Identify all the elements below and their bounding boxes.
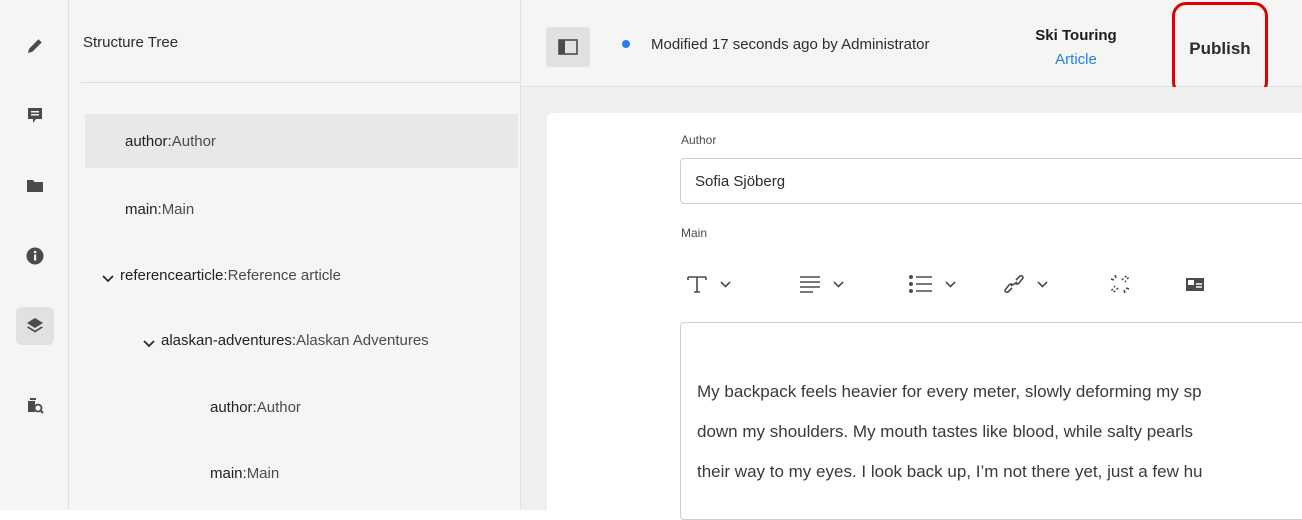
properties-button[interactable] xyxy=(16,237,54,275)
side-panel-icon xyxy=(558,39,578,55)
author-field[interactable]: Sofia Sjöberg xyxy=(680,158,1302,204)
tree-item-referencearticle[interactable]: referencearticle: Reference article xyxy=(85,248,518,302)
toggle-side-panel-button[interactable] xyxy=(546,27,590,67)
insert-asset-button[interactable] xyxy=(1185,268,1205,300)
rich-text-toolbar xyxy=(686,268,1302,300)
references-button[interactable] xyxy=(16,387,54,425)
chevron-down-icon xyxy=(1037,275,1048,293)
search-assets-icon xyxy=(28,398,44,414)
tree-item-key: main xyxy=(125,200,158,218)
annotations-button[interactable] xyxy=(16,97,54,135)
tree-item-value: Author xyxy=(256,398,301,416)
list-button[interactable] xyxy=(909,268,956,300)
tree-item-key: author xyxy=(125,132,168,150)
folder-icon xyxy=(27,180,43,192)
editor-text-line: My backpack feels heavier for every mete… xyxy=(697,382,1202,401)
tree-item-key: alaskan-adventures xyxy=(161,331,292,349)
comment-icon xyxy=(28,108,42,123)
tree-item-value: Author xyxy=(171,132,216,150)
chevron-down-icon xyxy=(945,275,956,293)
panel-title: Structure Tree xyxy=(83,34,179,51)
assets-button[interactable] xyxy=(16,167,54,205)
structure-tree-button[interactable] xyxy=(16,307,54,345)
list-icon xyxy=(909,275,932,293)
editor-text-line: their way to my eyes. I look back up, I’… xyxy=(697,462,1203,481)
chevron-down-icon[interactable] xyxy=(143,335,155,348)
pencil-icon xyxy=(28,39,42,53)
structure-tree-panel: Structure Tree author: Author main: Main… xyxy=(69,0,521,510)
layers-icon xyxy=(27,318,43,333)
main-field-label: Main xyxy=(681,226,708,240)
chevron-down-icon xyxy=(833,275,844,293)
divider xyxy=(81,82,520,83)
tree-item-value: Alaskan Adventures xyxy=(296,331,429,349)
tree-item-key: author xyxy=(210,398,253,416)
align-icon xyxy=(800,276,820,293)
author-field-label: Author xyxy=(681,133,717,147)
tree-item-main[interactable]: main: Main xyxy=(85,182,518,236)
left-rail xyxy=(0,0,69,510)
link-button[interactable] xyxy=(1003,268,1048,300)
tree-item-key: referencearticle xyxy=(120,266,224,284)
unlink-button[interactable] xyxy=(1109,268,1131,300)
image-icon xyxy=(1186,275,1204,291)
chevron-down-icon[interactable] xyxy=(102,270,114,283)
publish-button[interactable]: Publish xyxy=(1172,2,1268,96)
tree-item-value: Main xyxy=(161,200,195,218)
tree-item-alaskan-adventures[interactable]: alaskan-adventures: Alaskan Adventures xyxy=(85,313,518,367)
document-title: Ski Touring xyxy=(1035,27,1117,44)
tree-item-nested-main[interactable]: main: Main xyxy=(85,446,518,500)
status-dot xyxy=(622,40,630,48)
tree-item-value: Main xyxy=(246,464,280,482)
tree-item-value: Reference article xyxy=(227,266,341,284)
alignment-button[interactable] xyxy=(799,268,844,300)
header-bar: Modified 17 seconds ago by Administrator… xyxy=(521,0,1302,96)
edit-mode-button[interactable] xyxy=(16,27,54,65)
text-style-icon xyxy=(687,276,707,293)
unlink-icon xyxy=(1110,274,1130,294)
tree-item-author[interactable]: author: Author xyxy=(85,114,518,168)
tree-item-key: main xyxy=(210,464,243,482)
editor-text-line: down my shoulders. My mouth tastes like … xyxy=(697,422,1194,441)
main-rich-text-editor[interactable] xyxy=(680,322,1302,520)
chevron-down-icon xyxy=(720,275,731,293)
tree-item-nested-author[interactable]: author: Author xyxy=(85,380,518,434)
content-fragment-model-link[interactable]: Article xyxy=(1026,51,1126,68)
link-icon xyxy=(1004,274,1024,294)
modified-status: Modified 17 seconds ago by Administrator xyxy=(651,36,930,53)
text-style-button[interactable] xyxy=(686,268,731,300)
info-icon xyxy=(26,247,44,265)
